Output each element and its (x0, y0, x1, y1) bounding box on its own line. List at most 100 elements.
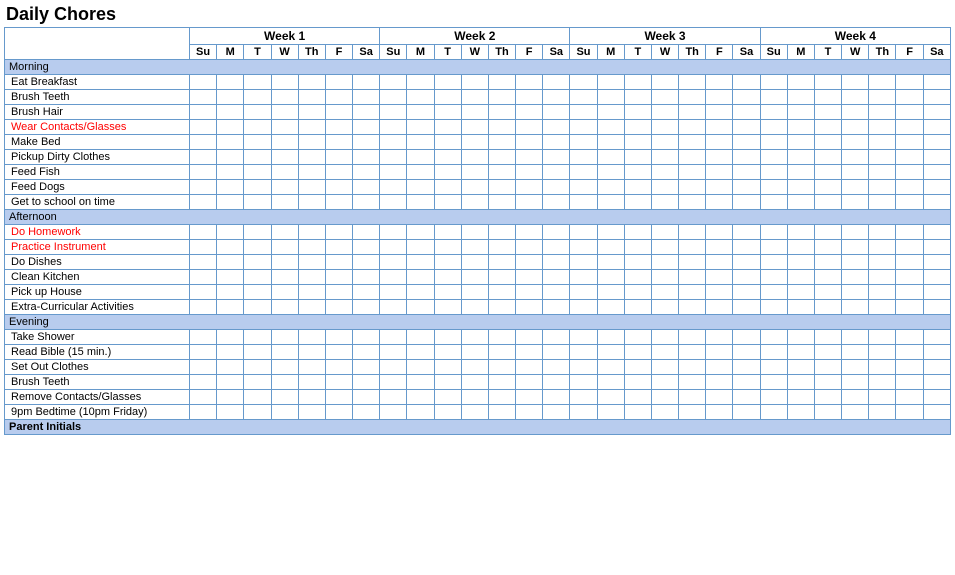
chore-cell[interactable] (217, 75, 244, 90)
chore-cell[interactable] (869, 150, 896, 165)
chore-cell[interactable] (434, 360, 461, 375)
chore-cell[interactable] (869, 90, 896, 105)
chore-cell[interactable] (760, 300, 787, 315)
chore-cell[interactable] (760, 75, 787, 90)
chore-cell[interactable] (488, 225, 515, 240)
chore-cell[interactable] (651, 375, 678, 390)
chore-cell[interactable] (353, 240, 380, 255)
chore-cell[interactable] (407, 300, 434, 315)
chore-cell[interactable] (434, 195, 461, 210)
chore-cell[interactable] (244, 330, 271, 345)
chore-cell[interactable] (706, 90, 733, 105)
chore-cell[interactable] (597, 150, 624, 165)
chore-cell[interactable] (298, 375, 325, 390)
chore-cell[interactable] (624, 390, 651, 405)
chore-cell[interactable] (624, 180, 651, 195)
chore-cell[interactable] (679, 255, 706, 270)
chore-cell[interactable] (217, 330, 244, 345)
chore-cell[interactable] (407, 165, 434, 180)
chore-cell[interactable] (434, 135, 461, 150)
chore-cell[interactable] (190, 165, 217, 180)
chore-cell[interactable] (516, 270, 543, 285)
chore-cell[interactable] (814, 150, 841, 165)
chore-cell[interactable] (516, 240, 543, 255)
chore-cell[interactable] (434, 120, 461, 135)
chore-cell[interactable] (380, 150, 407, 165)
chore-cell[interactable] (543, 255, 570, 270)
chore-cell[interactable] (190, 300, 217, 315)
chore-cell[interactable] (271, 150, 298, 165)
chore-cell[interactable] (896, 240, 923, 255)
chore-cell[interactable] (842, 225, 869, 240)
chore-cell[interactable] (407, 90, 434, 105)
chore-cell[interactable] (787, 240, 814, 255)
chore-cell[interactable] (190, 180, 217, 195)
chore-cell[interactable] (516, 150, 543, 165)
chore-cell[interactable] (624, 120, 651, 135)
chore-cell[interactable] (923, 375, 950, 390)
chore-cell[interactable] (325, 195, 352, 210)
chore-cell[interactable] (706, 255, 733, 270)
chore-cell[interactable] (787, 90, 814, 105)
chore-cell[interactable] (543, 240, 570, 255)
chore-cell[interactable] (923, 165, 950, 180)
chore-cell[interactable] (923, 345, 950, 360)
chore-cell[interactable] (760, 285, 787, 300)
chore-cell[interactable] (353, 270, 380, 285)
chore-cell[interactable] (217, 105, 244, 120)
chore-cell[interactable] (570, 345, 597, 360)
chore-cell[interactable] (461, 360, 488, 375)
chore-cell[interactable] (733, 405, 760, 420)
chore-cell[interactable] (679, 240, 706, 255)
chore-cell[interactable] (190, 375, 217, 390)
chore-cell[interactable] (760, 90, 787, 105)
chore-cell[interactable] (814, 135, 841, 150)
chore-cell[interactable] (325, 165, 352, 180)
chore-cell[interactable] (814, 285, 841, 300)
chore-cell[interactable] (461, 270, 488, 285)
chore-cell[interactable] (570, 150, 597, 165)
chore-cell[interactable] (488, 390, 515, 405)
chore-cell[interactable] (733, 270, 760, 285)
chore-cell[interactable] (244, 135, 271, 150)
chore-cell[interactable] (624, 165, 651, 180)
chore-cell[interactable] (760, 255, 787, 270)
chore-cell[interactable] (570, 405, 597, 420)
chore-cell[interactable] (461, 390, 488, 405)
chore-cell[interactable] (380, 120, 407, 135)
chore-cell[interactable] (896, 345, 923, 360)
chore-cell[interactable] (597, 105, 624, 120)
chore-cell[interactable] (869, 120, 896, 135)
chore-cell[interactable] (923, 285, 950, 300)
chore-cell[interactable] (488, 330, 515, 345)
chore-cell[interactable] (407, 375, 434, 390)
chore-cell[interactable] (190, 135, 217, 150)
chore-cell[interactable] (624, 105, 651, 120)
chore-cell[interactable] (353, 165, 380, 180)
chore-cell[interactable] (842, 375, 869, 390)
chore-cell[interactable] (760, 345, 787, 360)
chore-cell[interactable] (488, 285, 515, 300)
chore-cell[interactable] (434, 300, 461, 315)
chore-cell[interactable] (679, 345, 706, 360)
chore-cell[interactable] (271, 330, 298, 345)
chore-cell[interactable] (543, 375, 570, 390)
chore-cell[interactable] (543, 105, 570, 120)
chore-cell[interactable] (271, 135, 298, 150)
chore-cell[interactable] (814, 105, 841, 120)
chore-cell[interactable] (488, 195, 515, 210)
chore-cell[interactable] (651, 135, 678, 150)
chore-cell[interactable] (597, 165, 624, 180)
chore-cell[interactable] (597, 390, 624, 405)
chore-cell[interactable] (814, 75, 841, 90)
chore-cell[interactable] (516, 120, 543, 135)
chore-cell[interactable] (814, 390, 841, 405)
chore-cell[interactable] (380, 330, 407, 345)
chore-cell[interactable] (190, 195, 217, 210)
chore-cell[interactable] (298, 300, 325, 315)
chore-cell[interactable] (353, 180, 380, 195)
chore-cell[interactable] (271, 405, 298, 420)
chore-cell[interactable] (488, 240, 515, 255)
chore-cell[interactable] (271, 195, 298, 210)
chore-cell[interactable] (543, 300, 570, 315)
